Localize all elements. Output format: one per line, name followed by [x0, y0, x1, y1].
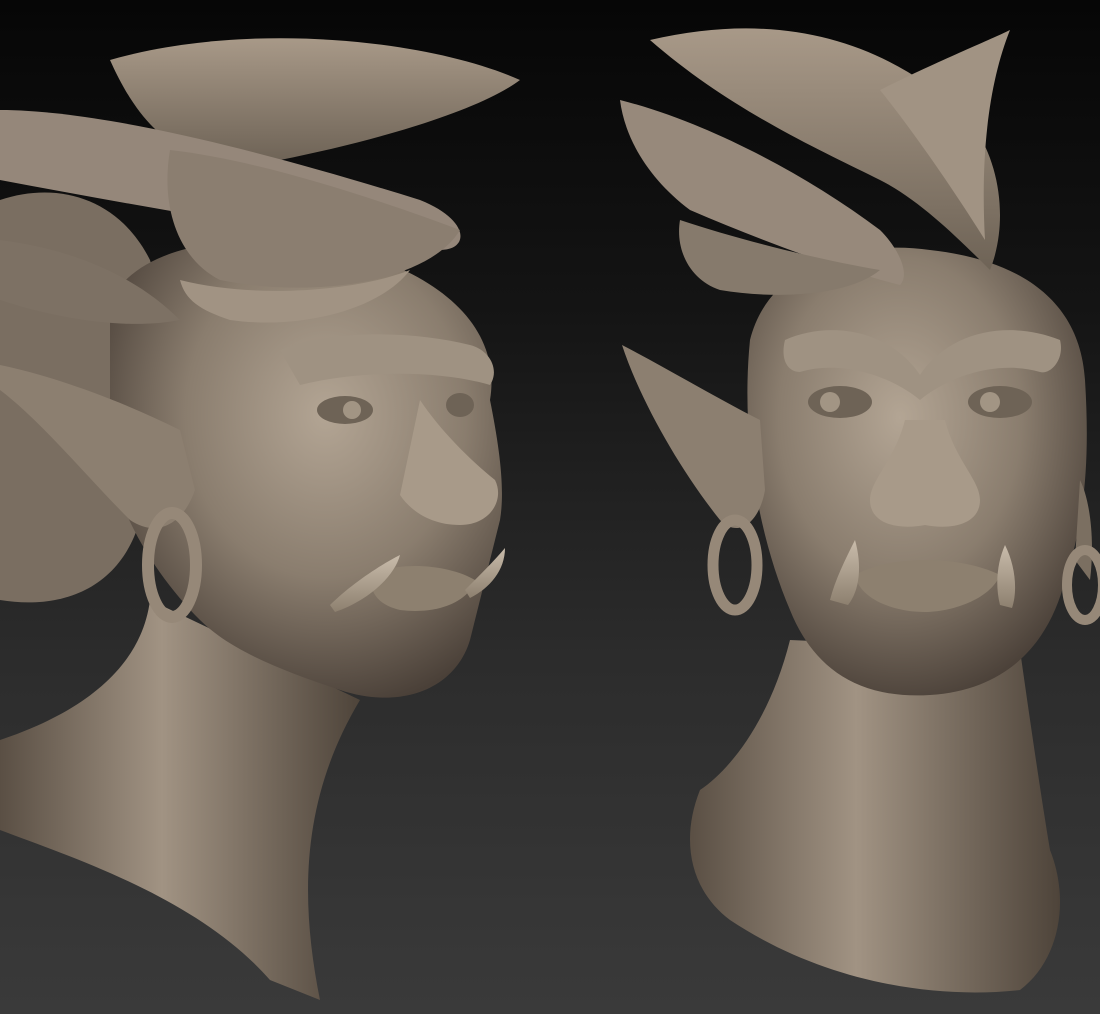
earring-hoop-left — [707, 514, 763, 616]
sculpt-render — [0, 28, 1100, 1000]
ear-left — [622, 345, 765, 529]
iris-left — [343, 401, 361, 419]
neck — [690, 640, 1060, 993]
eye-right — [446, 393, 474, 417]
sculpt-three-quarter-view — [0, 38, 520, 1000]
sculpt-viewport — [0, 0, 1100, 1014]
iris-right — [980, 392, 1000, 412]
sculpt-front-view — [620, 28, 1100, 993]
iris-left — [820, 392, 840, 412]
